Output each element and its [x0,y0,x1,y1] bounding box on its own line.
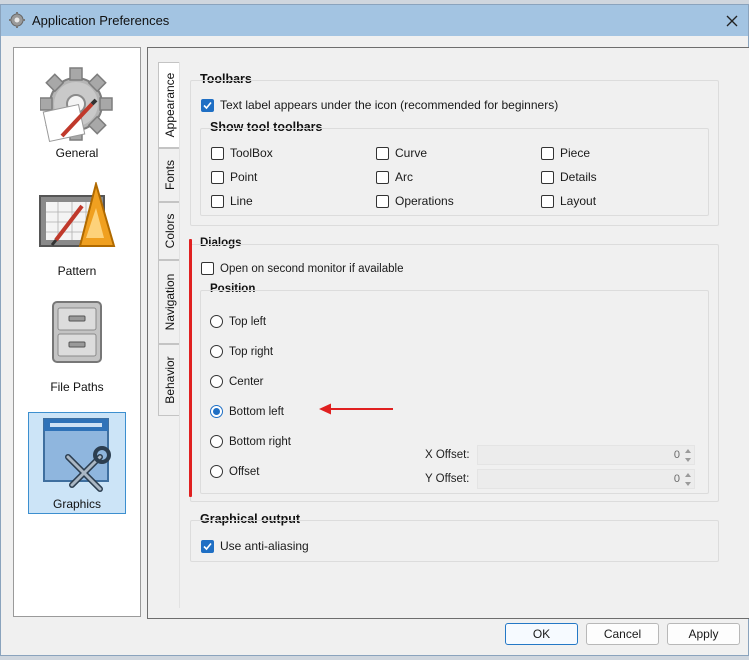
checkbox-icon [376,146,389,160]
sidebar-item-graphics[interactable]: Graphics [28,412,126,514]
checkbox-icon [376,194,389,208]
title-bar[interactable]: Application Preferences [1,5,748,36]
radio-offset[interactable]: Offset [210,465,259,478]
spinbox-value: 0 [673,449,680,461]
details-checkbox[interactable]: Details [541,170,597,184]
radio-icon [210,465,223,478]
operations-checkbox[interactable]: Operations [376,194,454,208]
arc-checkbox[interactable]: Arc [376,170,413,184]
second-monitor-checkbox[interactable]: Open on second monitor if available [201,262,403,275]
checkbox-label: ToolBox [230,146,273,160]
radio-label: Top right [229,345,274,358]
spinbox-value: 0 [673,473,680,485]
y-offset-label: Y Offset: [425,473,470,485]
radio-top-right[interactable]: Top right [210,345,273,358]
radio-label: Bottom right [229,435,291,448]
curve-checkbox[interactable]: Curve [376,146,427,160]
tab-label: Appearance [162,72,177,138]
sidebar-item-label: General [55,146,99,160]
spin-arrows-icon [685,473,691,486]
piece-checkbox[interactable]: Piece [541,146,590,160]
radio-label: Bottom left [229,405,284,418]
window-title: Application Preferences [32,13,170,28]
checkbox-icon [211,146,224,160]
checkbox-label: Arc [395,170,413,184]
tab-appearance[interactable]: Appearance [158,62,180,148]
settings-panel: Appearance Fonts Colors Navigation Behav… [147,47,749,619]
apply-button[interactable]: Apply [667,623,740,645]
checkbox-label: Point [230,170,258,184]
radio-top-left[interactable]: Top left [210,315,266,328]
sidebar-item-label: Pattern [57,264,97,278]
checkbox-icon [201,262,214,275]
y-offset-spinbox[interactable]: 0 [477,469,695,489]
radio-selected-icon [210,405,223,418]
radio-label: Offset [229,465,260,478]
checkbox-label: Layout [560,194,597,208]
show-tool-toolbars-group [200,128,709,216]
appearance-page: Toolbars Text label appears under the ic… [179,62,741,608]
checkbox-label: Use anti-aliasing [220,539,309,553]
close-icon [726,15,738,26]
radio-label: Center [229,375,264,388]
sidebar-item-general[interactable]: General [28,60,126,162]
radio-icon [210,375,223,388]
sidebar-item-label: Graphics [52,497,102,511]
radio-icon [210,315,223,328]
checkbox-label: Curve [395,146,428,160]
radio-bottom-left[interactable]: Bottom left [210,405,284,418]
cancel-button[interactable]: Cancel [586,623,659,645]
annotation-vertical-line [189,239,192,497]
checkbox-label: Operations [395,194,454,208]
text-label-checkbox[interactable]: Text label appears under the icon (recom… [201,98,558,112]
checkbox-label: Details [560,170,597,184]
checkbox-label: Open on second monitor if available [220,262,404,275]
spin-arrows-icon [685,449,691,462]
sidebar-item-file-paths[interactable]: File Paths [28,294,126,396]
x-offset-label: X Offset: [425,449,470,461]
radio-label: Top left [229,315,267,328]
checkbox-icon [541,194,554,208]
checkbox-label: Line [230,194,253,208]
tab-label: Navigation [162,273,177,331]
x-offset-spinbox[interactable]: 0 [477,445,695,465]
checkbox-checked-icon [201,539,214,553]
toolbox-checkbox[interactable]: ToolBox [211,146,273,160]
point-checkbox[interactable]: Point [211,170,257,184]
annotation-arrow-icon [319,403,393,415]
ok-button[interactable]: OK [505,623,578,645]
category-list: General Pattern File Paths Graphics [13,47,141,617]
radio-icon [210,435,223,448]
checkbox-icon [541,146,554,160]
sidebar-item-pattern[interactable]: Pattern [28,178,126,280]
checkbox-icon [541,170,554,184]
close-button[interactable] [716,5,748,36]
checkbox-checked-icon [201,98,214,112]
tab-fonts[interactable]: Fonts [158,148,180,202]
tab-label: Colors [162,213,177,249]
gear-icon [9,12,25,28]
tab-label: Fonts [162,159,177,191]
tab-label: Behavior [162,356,177,404]
gear-icon [40,67,113,143]
radio-icon [210,345,223,358]
pattern-drafting-icon [39,182,116,247]
checkbox-icon [211,170,224,184]
checkbox-icon [376,170,389,184]
tab-colors[interactable]: Colors [158,202,180,260]
graphics-tools-icon [43,418,111,492]
tab-behavior[interactable]: Behavior [158,344,180,416]
radio-bottom-right[interactable]: Bottom right [210,435,291,448]
radio-center[interactable]: Center [210,375,264,388]
checkbox-label: Piece [560,146,591,160]
preferences-window: Application Preferences General Pattern … [0,4,749,656]
anti-aliasing-checkbox[interactable]: Use anti-aliasing [201,539,309,553]
checkbox-label: Text label appears under the icon (recom… [220,98,559,112]
checkbox-icon [211,194,224,208]
layout-checkbox[interactable]: Layout [541,194,596,208]
line-checkbox[interactable]: Line [211,194,253,208]
sidebar-item-label: File Paths [50,380,104,394]
file-cabinet-icon [52,301,102,363]
tab-navigation[interactable]: Navigation [158,260,180,344]
